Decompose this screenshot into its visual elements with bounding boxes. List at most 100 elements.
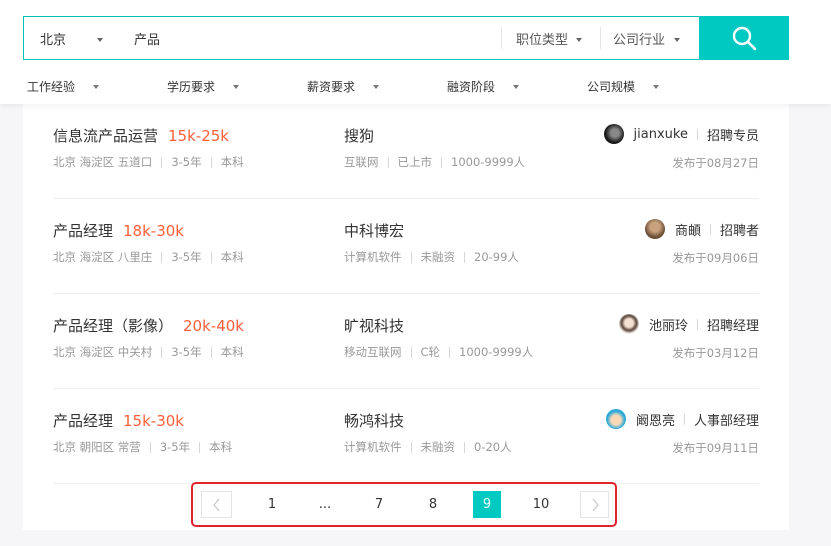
chevron-down-icon <box>513 84 520 89</box>
chevron-down-icon <box>233 84 240 89</box>
job-meta: 北京 朝阳区 常营 3-5年 本科 <box>53 439 232 455</box>
page-ellipsis: ... <box>318 497 332 512</box>
city-label: 北京 <box>40 32 67 48</box>
job-salary: 15k-30k <box>123 412 184 430</box>
page-9-current[interactable]: 9 <box>473 491 501 518</box>
filter-education[interactable]: 学历要求 <box>167 78 240 95</box>
chevron-down-icon <box>576 38 582 42</box>
page-7[interactable]: 7 <box>366 491 392 518</box>
recruiter-info: 商頔 招聘者 <box>644 219 759 239</box>
chevron-down-icon <box>674 38 680 42</box>
separator <box>387 156 389 168</box>
company-meta: 计算机软件 未融资 20-99人 <box>344 249 519 265</box>
keyword-input[interactable] <box>120 17 501 59</box>
separator <box>161 346 163 358</box>
page-10[interactable]: 10 <box>527 491 555 518</box>
separator <box>464 251 465 263</box>
company-stage: 未融资 <box>420 250 456 264</box>
company-stage: 已上市 <box>397 155 433 169</box>
separator <box>410 346 412 358</box>
separator <box>683 413 685 425</box>
recruiter-role: 招聘专员 <box>706 128 759 144</box>
job-experience: 3-5年 <box>159 440 191 454</box>
chevron-down-icon <box>373 84 380 89</box>
job-meta: 北京 海淀区 五道口 3-5年 本科 <box>53 154 244 170</box>
separator <box>441 156 442 168</box>
search-button[interactable] <box>699 16 789 60</box>
company-name[interactable]: 中科博宏 <box>344 220 404 241</box>
company-size: 1000-9999人 <box>451 155 526 169</box>
filter-label: 工作经验 <box>27 80 76 94</box>
company-size: 1000-9999人 <box>459 345 534 359</box>
industry-selector[interactable]: 公司行业 <box>601 17 699 59</box>
job-title-row[interactable]: 信息流产品运营 15k-25k <box>53 125 229 146</box>
separator <box>696 318 698 330</box>
search-bar: 北京 职位类型 公司行业 <box>23 16 789 60</box>
job-education: 本科 <box>220 155 244 169</box>
recruiter-info: jianxuke 招聘专员 <box>603 124 759 144</box>
separator <box>410 251 412 263</box>
posted-date: 发布于09月11日 <box>672 441 759 455</box>
avatar <box>644 219 665 239</box>
filter-funding[interactable]: 融资阶段 <box>447 78 520 95</box>
page-8[interactable]: 8 <box>420 491 446 518</box>
recruiter-role: 招聘经理 <box>706 318 759 334</box>
filter-salary[interactable]: 薪资要求 <box>307 78 380 95</box>
job-meta: 北京 海淀区 八里庄 3-5年 本科 <box>53 249 244 265</box>
city-selector[interactable]: 北京 <box>24 17 120 59</box>
separator <box>696 128 698 140</box>
company-name[interactable]: 搜狗 <box>344 125 374 146</box>
filter-label: 学历要求 <box>167 80 216 94</box>
company-meta: 互联网 已上市 1000-9999人 <box>344 154 525 170</box>
chevron-left-icon <box>212 498 219 511</box>
separator <box>161 251 163 263</box>
separator <box>210 251 212 263</box>
separator <box>449 346 451 358</box>
company-name[interactable]: 畅鸿科技 <box>344 410 404 431</box>
job-location: 北京 海淀区 中关村 <box>53 345 153 359</box>
filter-company-size[interactable]: 公司规模 <box>587 78 660 95</box>
job-meta: 北京 海淀区 中关村 3-5年 本科 <box>53 344 244 360</box>
job-type-selector[interactable]: 职位类型 <box>502 17 600 59</box>
job-title[interactable]: 产品经理 <box>53 412 113 430</box>
company-name[interactable]: 旷视科技 <box>344 315 404 336</box>
company-industry: 移动互联网 <box>344 345 402 359</box>
company-stage: 未融资 <box>420 440 456 454</box>
job-title[interactable]: 信息流产品运营 <box>53 127 158 145</box>
job-title-row[interactable]: 产品经理（影像） 20k-40k <box>53 315 244 336</box>
job-salary: 20k-40k <box>183 317 244 335</box>
filter-experience[interactable]: 工作经验 <box>27 78 100 95</box>
company-stage: C轮 <box>420 345 441 359</box>
recruiter-name: jianxuke <box>633 126 688 142</box>
job-location: 北京 海淀区 八里庄 <box>53 250 153 264</box>
job-experience: 3-5年 <box>171 155 202 169</box>
company-meta: 移动互联网 C轮 1000-9999人 <box>344 344 533 360</box>
job-title-row[interactable]: 产品经理 15k-30k <box>53 410 184 431</box>
prev-page-button[interactable] <box>201 491 232 518</box>
job-salary: 15k-25k <box>168 127 229 145</box>
page-1[interactable]: 1 <box>259 491 285 518</box>
company-industry: 计算机软件 <box>344 250 402 264</box>
job-title[interactable]: 产品经理（影像） <box>53 317 173 335</box>
recruiter-info: 阚恩亮 人事部经理 <box>605 409 759 429</box>
top-search-bar: 北京 职位类型 公司行业 工作经验 学历要求 <box>0 0 831 104</box>
job-salary: 18k-30k <box>123 222 184 240</box>
job-title[interactable]: 产品经理 <box>53 222 113 240</box>
filter-label: 融资阶段 <box>447 80 496 94</box>
recruiter-info: 池丽玲 招聘经理 <box>618 314 759 334</box>
chevron-down-icon <box>653 84 660 89</box>
job-experience: 3-5年 <box>171 345 202 359</box>
job-list: 信息流产品运营 15k-25k 北京 海淀区 五道口 3-5年 本科 搜狗 互联网… <box>23 104 789 530</box>
posted-date: 发布于03月12日 <box>672 346 759 360</box>
recruiter-role: 人事部经理 <box>693 413 759 429</box>
job-title-row[interactable]: 产品经理 18k-30k <box>53 220 184 241</box>
avatar <box>605 409 626 429</box>
job-item[interactable]: 信息流产品运营 15k-25k 北京 海淀区 五道口 3-5年 本科 搜狗 互联网… <box>53 104 759 199</box>
job-item[interactable]: 产品经理 18k-30k 北京 海淀区 八里庄 3-5年 本科 中科博宏 计算机软… <box>53 199 759 294</box>
next-page-button[interactable] <box>580 491 609 518</box>
job-item[interactable]: 产品经理（影像） 20k-40k 北京 海淀区 中关村 3-5年 本科 旷视科技 … <box>53 294 759 389</box>
separator <box>464 441 465 453</box>
job-item[interactable]: 产品经理 15k-30k 北京 朝阳区 常营 3-5年 本科 畅鸿科技 计算机软件… <box>53 389 759 484</box>
recruiter-name: 商頔 <box>674 223 701 239</box>
job-location: 北京 朝阳区 常营 <box>53 440 141 454</box>
